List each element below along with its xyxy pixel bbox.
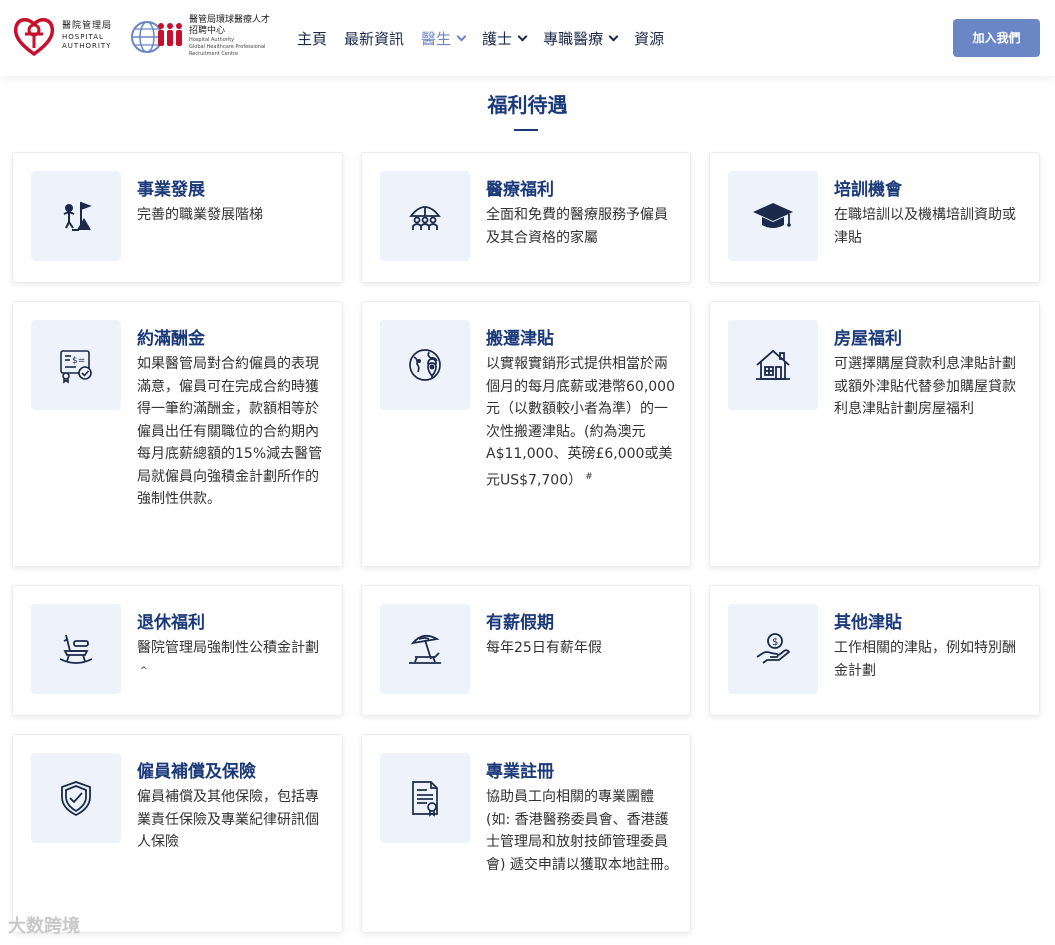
logo-rc-en2: Global Healthcare Professional: [189, 44, 266, 50]
nav-allied-health[interactable]: 專職醫療: [543, 28, 619, 49]
benefit-card-career: 事業發展 完善的職業發展階梯: [12, 152, 343, 283]
benefit-card-training: 培訓機會 在職培訓以及機構培訓資助或津貼: [709, 152, 1040, 283]
card-text: 如果醫管局對合約僱員的表現滿意，僱員可在完成合約時獲得一筆約滿酬金，款額相等於僱…: [137, 356, 323, 507]
house-icon: [728, 320, 818, 410]
rocking-chair-icon: [31, 604, 121, 694]
benefit-card-retirement: 退休福利 醫院管理局強制性公積金計劃 ^: [12, 585, 343, 716]
nav-doctors-label: 醫生: [421, 30, 452, 48]
card-title: 有薪假期: [486, 613, 554, 633]
card-text: 完善的職業發展階梯: [137, 207, 263, 223]
registration-document-icon: [380, 753, 470, 843]
nav-news-label: 最新資訊: [344, 30, 405, 48]
logo-rc-zh1: 醫管局環球醫療人才: [189, 15, 271, 25]
footnote-marker: #: [585, 471, 593, 482]
nav-nurses-label: 護士: [482, 30, 513, 48]
career-flag-icon: [31, 171, 121, 261]
certificate-icon: $=: [31, 320, 121, 410]
chevron-down-icon: [608, 31, 619, 42]
card-title: 培訓機會: [834, 180, 902, 200]
logo-ha-en2: AUTHORITY: [62, 42, 112, 50]
family-umbrella-icon: [380, 171, 470, 261]
nav-home-label: 主頁: [297, 30, 328, 48]
logo-rc-zh2: 招聘中心: [189, 26, 226, 36]
benefit-card-paid-leave: 有薪假期 每年25日有薪年假: [361, 585, 691, 716]
graduation-cap-icon: [728, 171, 818, 261]
logo-ha-zh: 醫院管理局: [62, 21, 113, 31]
card-text: 每年25日有薪年假: [486, 640, 602, 656]
nav-nurses[interactable]: 護士: [482, 28, 528, 49]
title-underline: [514, 129, 538, 131]
join-us-button[interactable]: 加入我們: [953, 19, 1040, 57]
benefit-card-medical: 醫療福利 全面和免費的醫療服務予僱員及其合資格的家屬: [361, 152, 691, 283]
nav-doctors[interactable]: 醫生: [421, 28, 467, 49]
logo-rc-en1: Hospital Authority: [189, 37, 235, 43]
logo-ha-en1: HOSPITAL: [62, 33, 104, 41]
card-text: 協助員工向相關的專業團體 (如: 香港醫務委員會、香港護士管理局和放射技師管理委…: [486, 789, 678, 873]
chevron-down-icon: [456, 31, 467, 42]
benefit-card-insurance: 僱員補償及保險 僱員補償及其他保險，包括專業責任保險及專業紀律研訊個人保險: [12, 734, 343, 933]
svg-text:$: $: [772, 637, 778, 648]
card-title: 醫療福利: [486, 180, 554, 200]
svg-text:$=: $=: [72, 356, 85, 366]
card-text-body: 以實報實銷形式提供相當於兩個月的每月底薪或港幣60,000元（以數額較小者為準）…: [486, 356, 675, 489]
card-title: 退休福利: [137, 613, 205, 633]
benefit-card-gratuity: $= 約滿酬金 如果醫管局對合約僱員的表現滿意，僱員可在完成合約時獲得一筆約滿酬…: [12, 301, 343, 567]
card-title: 專業註冊: [486, 762, 554, 782]
benefit-card-registration: 專業註冊 協助員工向相關的專業團體 (如: 香港醫務委員會、香港護士管理局和放射…: [361, 734, 691, 933]
globe-people-emblem-icon: [131, 20, 182, 53]
card-text-body: 醫院管理局強制性公積金計劃: [137, 640, 319, 656]
card-text: 醫院管理局強制性公積金計劃 ^: [137, 637, 329, 686]
benefit-card-relocation: 搬遷津貼 以實報實銷形式提供相當於兩個月的每月底薪或港幣60,000元（以數額較…: [361, 301, 691, 567]
hospital-authority-logo[interactable]: 醫院管理局 HOSPITAL AUTHORITY: [12, 14, 112, 58]
benefit-card-housing: 房屋福利 可選擇購屋貸款利息津貼計劃或額外津貼代替參加購屋貸款利息津貼計劃房屋福…: [709, 301, 1040, 567]
ha-emblem-icon: [13, 18, 55, 57]
watermark: 大数跨境: [8, 916, 80, 937]
globe-location-icon: [380, 320, 470, 410]
card-text: 在職培訓以及機構培訓資助或津貼: [834, 207, 1016, 246]
hand-coin-icon: $: [728, 604, 818, 694]
nav-resources[interactable]: 資源: [634, 28, 664, 49]
nav-home[interactable]: 主頁: [297, 28, 327, 49]
nav-news[interactable]: 最新資訊: [344, 28, 404, 49]
card-title: 僱員補償及保險: [137, 762, 256, 782]
card-text: 工作相關的津貼，例如特別酬金計劃: [834, 640, 1016, 679]
logo-rc-en3: Recruitment Centre: [189, 51, 239, 57]
site-header: 醫院管理局 HOSPITAL AUTHORITY 醫管局環球醫療人才 招聘中心 …: [0, 0, 1055, 76]
footnote-marker: ^: [140, 665, 148, 676]
chevron-down-icon: [517, 31, 528, 42]
main-nav: 主頁 最新資訊 醫生 護士 專職醫療 資源: [297, 28, 681, 49]
card-title: 事業發展: [137, 180, 205, 200]
card-title: 房屋福利: [834, 329, 902, 349]
card-text: 全面和免費的醫療服務予僱員及其合資格的家屬: [486, 207, 668, 246]
recruitment-centre-logo[interactable]: 醫管局環球醫療人才 招聘中心 Hospital Authority Global…: [129, 16, 270, 57]
card-text: 以實報實銷形式提供相當於兩個月的每月底薪或港幣60,000元（以數額較小者為準）…: [486, 353, 678, 492]
nav-allied-health-label: 專職醫療: [543, 30, 604, 48]
card-title: 搬遷津貼: [486, 329, 554, 349]
section-title: 福利待遇: [487, 93, 568, 117]
shield-check-icon: [31, 753, 121, 843]
card-text: 可選擇購屋貸款利息津貼計劃或額外津貼代替參加購屋貸款利息津貼計劃房屋福利: [834, 356, 1016, 417]
card-title: 約滿酬金: [137, 329, 205, 349]
nav-resources-label: 資源: [634, 30, 665, 48]
card-title: 其他津貼: [834, 613, 902, 633]
benefit-card-other-allowance: $ 其他津貼 工作相關的津貼，例如特別酬金計劃: [709, 585, 1040, 716]
card-text: 僱員補償及其他保險，包括專業責任保險及專業紀律研訊個人保險: [137, 789, 319, 850]
beach-umbrella-icon: [380, 604, 470, 694]
